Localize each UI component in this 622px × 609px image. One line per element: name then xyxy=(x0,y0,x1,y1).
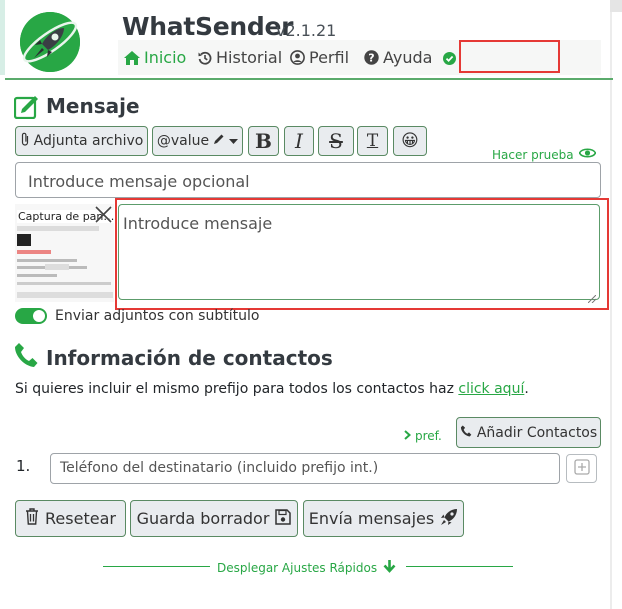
user-circle-icon xyxy=(290,50,305,65)
bold-icon: B xyxy=(255,129,272,153)
send-messages-button[interactable]: Envía mensajes xyxy=(303,500,464,537)
paperclip-icon xyxy=(20,132,30,150)
contacts-section-title: Información de contactos xyxy=(46,346,333,370)
close-icon[interactable] xyxy=(95,204,112,228)
eye-icon xyxy=(578,147,597,162)
nav-perfil[interactable]: Perfil xyxy=(290,48,349,67)
test-link[interactable]: Hacer prueba xyxy=(492,147,597,162)
prefix-hint-text: Si quieres incluir el mismo prefijo para… xyxy=(15,381,454,397)
caption-toggle[interactable] xyxy=(15,308,47,324)
svg-text:?: ? xyxy=(368,52,374,65)
nav-ayuda[interactable]: ? Ayuda xyxy=(364,48,432,67)
text-format-icon: T xyxy=(366,131,379,151)
pencil-square-icon xyxy=(13,93,40,123)
nav-perfil-label: Perfil xyxy=(309,48,350,67)
rocket-logo xyxy=(20,12,80,72)
prefix-toggle-label: pref. xyxy=(415,429,442,443)
send-messages-label: Envía mensajes xyxy=(308,509,435,528)
app-version: v2.1.21 xyxy=(276,21,337,40)
attach-file-button[interactable]: Adjunta archivo xyxy=(15,126,148,156)
window-corner xyxy=(610,0,622,12)
rocket-icon xyxy=(440,508,458,530)
add-contacts-button[interactable]: Añadir Contactos xyxy=(456,417,601,448)
question-circle-icon: ? xyxy=(364,50,379,65)
strikethrough-button[interactable]: S xyxy=(318,126,354,156)
clear-format-button[interactable]: T xyxy=(357,126,388,156)
reset-button[interactable]: Resetear xyxy=(15,500,126,537)
plus-square-icon xyxy=(573,458,590,479)
optional-message-input[interactable]: Introduce mensaje opcional xyxy=(15,162,601,198)
contact-row-number: 1. xyxy=(16,457,31,475)
nav-historial[interactable]: Historial xyxy=(198,48,282,67)
reset-label: Resetear xyxy=(45,509,116,528)
caret-down-icon xyxy=(229,133,239,149)
value-dropdown-label: @value xyxy=(156,133,210,149)
emoji-button[interactable]: 😀 xyxy=(393,126,427,156)
expand-quick-settings[interactable]: Desplegar Ajustes Rápidos xyxy=(217,559,396,576)
italic-icon: I xyxy=(295,129,303,153)
save-draft-button[interactable]: Guarda borrador xyxy=(130,500,298,537)
arrow-down-icon xyxy=(383,559,396,576)
chevron-right-icon xyxy=(404,429,412,443)
check-circle-icon xyxy=(443,52,456,65)
prefix-hint-link[interactable]: click aquí xyxy=(458,381,524,397)
value-dropdown-button[interactable]: @value xyxy=(152,126,243,156)
divider-left xyxy=(103,566,210,567)
highlight-box xyxy=(459,40,560,73)
home-icon xyxy=(124,50,140,65)
nav-inicio[interactable]: Inicio xyxy=(124,48,186,67)
add-contacts-label: Añadir Contactos xyxy=(476,424,598,441)
prefix-hint: Si quieres incluir el mismo prefijo para… xyxy=(15,381,529,397)
expand-quick-settings-label: Desplegar Ajustes Rápidos xyxy=(217,560,378,575)
app-title: WhatSender xyxy=(122,12,294,41)
resize-handle-icon[interactable] xyxy=(587,288,597,304)
nav-inicio-label: Inicio xyxy=(144,48,187,67)
message-input-placeholder: Introduce mensaje xyxy=(123,214,273,233)
prefix-hint-end: . xyxy=(524,381,529,397)
nav-ayuda-label: Ayuda xyxy=(383,48,433,67)
add-row-button[interactable] xyxy=(566,454,597,483)
attach-file-label: Adjunta archivo xyxy=(33,133,144,149)
trash-icon xyxy=(25,508,39,529)
phone-small-icon xyxy=(460,424,472,441)
phone-number-input[interactable]: Teléfono del destinatario (incluido pref… xyxy=(50,453,560,484)
save-draft-label: Guarda borrador xyxy=(136,509,270,528)
smiley-icon: 😀 xyxy=(401,131,419,151)
nav-historial-label: Historial xyxy=(216,48,283,67)
bold-button[interactable]: B xyxy=(248,126,279,156)
caption-toggle-label: Enviar adjuntos con subtítulo xyxy=(55,308,260,324)
floppy-disk-icon xyxy=(275,508,292,529)
background-strip xyxy=(0,0,5,75)
strikethrough-icon: S xyxy=(329,129,343,153)
pencil-icon xyxy=(213,133,225,149)
prefix-toggle[interactable]: pref. xyxy=(404,429,442,443)
italic-button[interactable]: I xyxy=(284,126,314,156)
message-input[interactable]: Introduce mensaje xyxy=(118,204,600,304)
history-icon xyxy=(198,51,212,65)
message-section-title: Mensaje xyxy=(46,94,140,118)
header-divider xyxy=(5,78,613,80)
divider-right xyxy=(406,566,513,567)
test-link-label: Hacer prueba xyxy=(492,147,574,162)
phone-icon xyxy=(14,342,38,372)
